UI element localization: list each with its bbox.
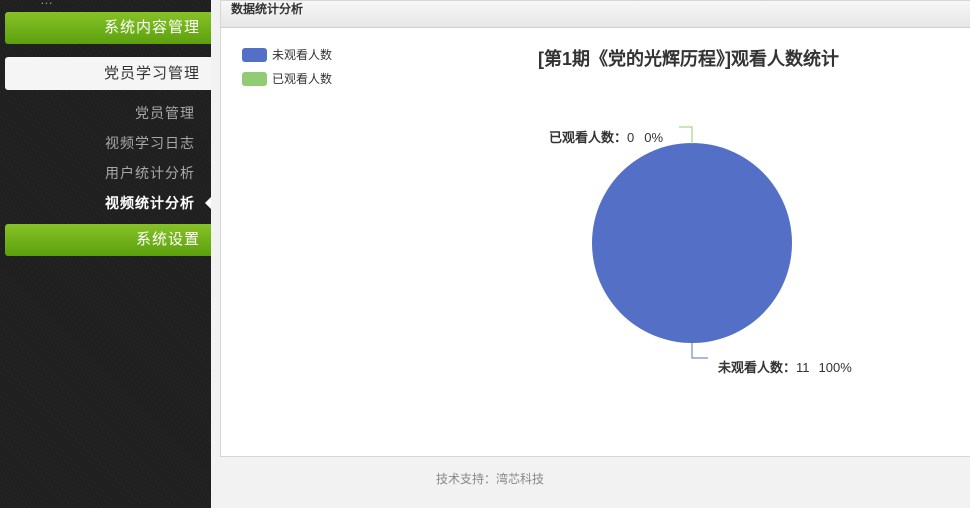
sidebar-item-video-statistics[interactable]: 视频统计分析 xyxy=(105,193,195,213)
label-watched-value: 0 xyxy=(627,130,634,145)
sidebar-item-member-management[interactable]: 党员管理 xyxy=(135,103,195,123)
label-not-watched-name: 未观看人数： xyxy=(717,360,796,375)
sidebar-item-user-statistics[interactable]: 用户统计分析 xyxy=(105,163,195,183)
leader-line-not-watched xyxy=(691,342,708,359)
leader-line-watched xyxy=(679,126,693,144)
active-indicator-icon xyxy=(205,197,211,209)
label-watched: 已观看人数：0 0% xyxy=(549,130,663,145)
label-not-watched-percent: 100% xyxy=(819,360,853,375)
sidebar-top-stub: … xyxy=(40,0,53,7)
stats-panel: 数据统计分析 未观看人数 已观看人数 [第1期《党的光辉历程》]观看人数统计 已… xyxy=(220,0,970,457)
sidebar: … 系统内容管理 党员学习管理 党员管理 视频学习日志 用户统计分析 视频统计分… xyxy=(0,0,211,508)
menu-system-settings[interactable]: 系统设置 xyxy=(5,224,211,256)
label-watched-percent: 0% xyxy=(644,130,663,145)
pie-slice-not-watched[interactable] xyxy=(592,143,792,343)
label-not-watched: 未观看人数：11 100% xyxy=(717,360,852,375)
menu-member-study[interactable]: 党员学习管理 xyxy=(5,57,211,90)
label-not-watched-value: 11 xyxy=(796,360,809,375)
sidebar-item-video-study-log[interactable]: 视频学习日志 xyxy=(105,133,195,153)
pie-chart: 已观看人数：0 0% 未观看人数：11 100% xyxy=(549,126,852,375)
footer-credit: 技术支持：湾芯科技 xyxy=(435,472,544,486)
label-watched-name: 已观看人数： xyxy=(549,130,627,145)
menu-content-management[interactable]: 系统内容管理 xyxy=(5,12,211,44)
